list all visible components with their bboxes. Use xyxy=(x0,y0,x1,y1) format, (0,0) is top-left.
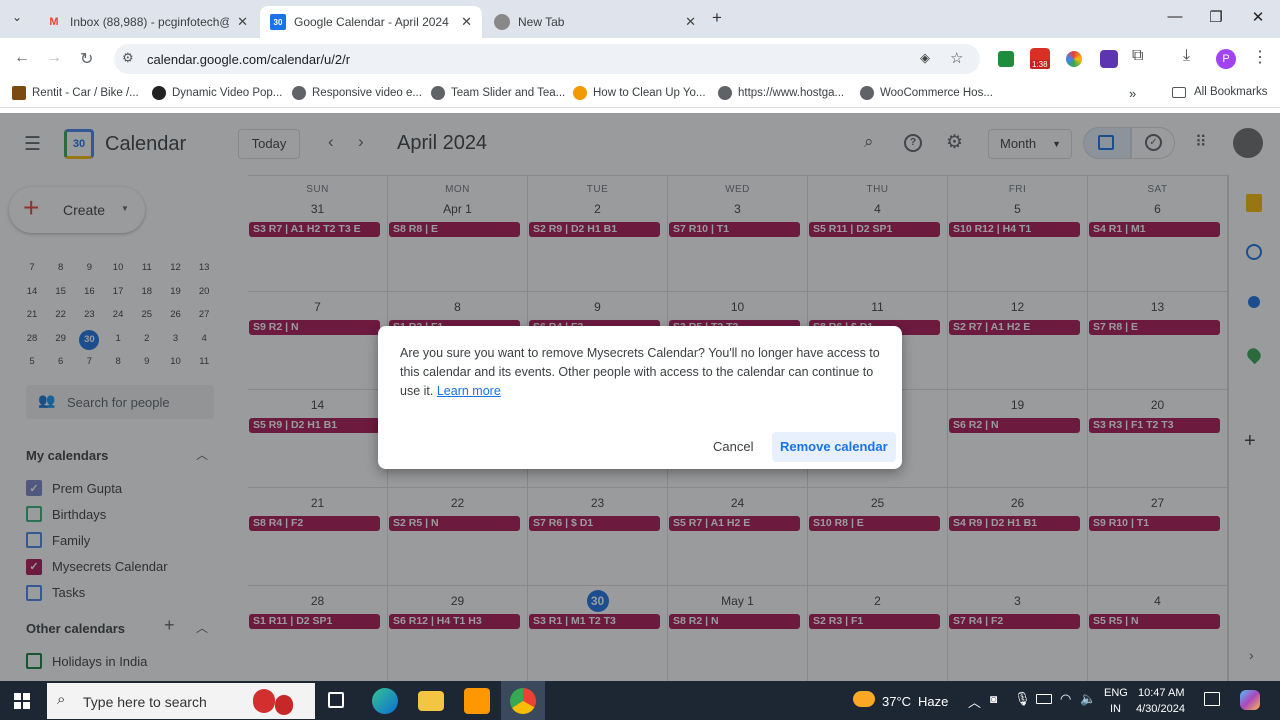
clock-date[interactable]: 4/30/2024 xyxy=(1136,703,1185,715)
tab-title: Inbox (88,988) - pcginfotech@g xyxy=(70,15,230,29)
copilot-icon[interactable] xyxy=(1240,690,1260,710)
bookmark-item[interactable]: Responsive video e... xyxy=(292,86,422,100)
taskbar-search-placeholder: Type here to search xyxy=(83,694,207,710)
extension-eye-icon[interactable]: ◈ xyxy=(920,50,930,66)
remove-calendar-dialog: Are you sure you want to remove Mysecret… xyxy=(378,326,902,469)
show-hidden-icons-icon[interactable]: ︿ xyxy=(968,692,981,711)
notifications-icon[interactable] xyxy=(1204,692,1220,706)
volume-icon[interactable]: 🔈 xyxy=(1080,691,1096,707)
url-text: calendar.google.com/calendar/u/2/r xyxy=(147,51,351,67)
minimize-icon[interactable]: — xyxy=(1165,8,1185,25)
bookmark-favicon-icon xyxy=(718,86,732,100)
bookmark-item[interactable]: Team Slider and Tea... xyxy=(431,86,565,100)
bookmark-item[interactable]: How to Clean Up Yo... xyxy=(573,86,706,100)
dialog-message: Are you sure you want to remove Mysecret… xyxy=(400,344,884,401)
tab-title: Google Calendar - April 2024 xyxy=(294,15,449,29)
close-window-icon[interactable]: ✕ xyxy=(1248,8,1268,26)
extension-purple-icon[interactable] xyxy=(1100,50,1118,68)
bookmark-favicon-icon xyxy=(152,86,166,100)
browser-tab-strip: ⌄ M Inbox (88,988) - pcginfotech@g ✕ 30 … xyxy=(0,0,1280,38)
more-bookmarks-icon[interactable]: » xyxy=(1129,86,1136,101)
bookmark-label: Rentit - Car / Bike /... xyxy=(32,87,139,99)
extension-timer-badge: 1:38 xyxy=(1030,60,1050,69)
bookmark-favicon-icon xyxy=(860,86,874,100)
weather-text: Haze xyxy=(918,694,949,709)
extension-green-icon[interactable] xyxy=(998,51,1014,67)
tab-gmail[interactable]: M Inbox (88,988) - pcginfotech@g ✕ xyxy=(36,6,258,38)
strawberry-icon xyxy=(275,695,293,715)
gmail-icon: M xyxy=(49,16,59,28)
bookmark-item[interactable]: https://www.hostga... xyxy=(718,86,844,100)
weather-temp[interactable]: 37°C xyxy=(882,694,911,709)
wifi-icon[interactable]: ◠ xyxy=(1060,691,1071,707)
file-explorer-icon[interactable] xyxy=(418,691,444,711)
all-bookmarks[interactable]: All Bookmarks xyxy=(1172,86,1268,98)
sublime-icon[interactable] xyxy=(464,688,490,714)
folder-icon xyxy=(1172,86,1186,98)
language-code[interactable]: ENG xyxy=(1104,687,1128,699)
bookmarks-bar: Rentit - Car / Bike /... Dynamic Video P… xyxy=(0,80,1280,108)
profile-avatar[interactable]: P xyxy=(1216,49,1236,69)
edge-icon[interactable] xyxy=(372,688,398,714)
battery-icon[interactable] xyxy=(1036,694,1052,704)
bookmark-label: How to Clean Up Yo... xyxy=(593,87,706,99)
calendar-icon: 30 xyxy=(270,14,286,30)
bookmark-label: Dynamic Video Pop... xyxy=(172,87,283,99)
address-bar[interactable]: ⚙ calendar.google.com/calendar/u/2/r ◈ ☆ xyxy=(114,44,980,74)
download-icon[interactable]: ⤓ xyxy=(1183,47,1190,65)
chrome-icon xyxy=(494,14,510,30)
close-tab-icon[interactable]: ✕ xyxy=(461,14,472,30)
bookmark-label: https://www.hostga... xyxy=(738,87,845,99)
bookmark-item[interactable]: Dynamic Video Pop... xyxy=(152,86,282,100)
strawberry-icon xyxy=(253,689,275,713)
forward-icon[interactable]: → xyxy=(46,49,62,67)
bookmark-favicon-icon xyxy=(573,86,587,100)
browser-toolbar: ← → ↻ ⚙ calendar.google.com/calendar/u/2… xyxy=(0,38,1280,80)
learn-more-link[interactable]: Learn more xyxy=(437,384,501,398)
bookmark-star-icon[interactable]: ☆ xyxy=(950,49,963,67)
weather-icon[interactable] xyxy=(853,691,875,707)
microphone-icon[interactable]: 🎙 xyxy=(1014,691,1031,707)
tab-title: New Tab xyxy=(518,15,565,29)
tab-new[interactable]: New Tab ✕ xyxy=(484,6,706,38)
remove-calendar-button[interactable]: Remove calendar xyxy=(772,432,896,462)
cancel-button[interactable]: Cancel xyxy=(705,432,761,462)
wordpress-icon xyxy=(431,86,445,100)
bookmark-item[interactable]: WooCommerce Hos... xyxy=(860,86,993,100)
tab-calendar[interactable]: 30 Google Calendar - April 2024 ✕ xyxy=(260,6,482,38)
windows-start-icon[interactable] xyxy=(14,693,30,709)
bookmark-label: WooCommerce Hos... xyxy=(880,87,993,99)
search-icon: ⌕ xyxy=(57,691,66,708)
site-info-icon[interactable]: ⚙ xyxy=(122,50,134,66)
back-icon[interactable]: ← xyxy=(14,49,30,67)
camera-icon[interactable]: ◙ xyxy=(990,692,997,706)
reload-icon[interactable]: ↻ xyxy=(80,49,93,69)
chrome-icon xyxy=(510,688,536,714)
task-view-icon[interactable] xyxy=(328,692,344,708)
extension-color-icon[interactable] xyxy=(1066,51,1082,67)
taskbar-search[interactable]: ⌕ Type here to search xyxy=(47,683,315,719)
new-tab-icon[interactable]: + xyxy=(712,8,722,28)
bookmark-favicon-icon xyxy=(12,86,26,100)
close-tab-icon[interactable]: ✕ xyxy=(237,14,248,30)
clock-time[interactable]: 10:47 AM xyxy=(1138,687,1184,699)
restore-icon[interactable]: ❐ xyxy=(1206,8,1226,26)
wordpress-icon xyxy=(292,86,306,100)
bookmark-label: Team Slider and Tea... xyxy=(451,87,566,99)
windows-taskbar: ⌕ Type here to search 37°C Haze ︿ ◙ 🎙 ◠ … xyxy=(0,681,1280,720)
browser-menu-icon[interactable]: ⋮ xyxy=(1252,47,1268,67)
tab-search-icon[interactable]: ⌄ xyxy=(12,10,22,24)
extensions-puzzle-icon[interactable]: ⧉ xyxy=(1132,47,1143,65)
all-bookmarks-label: All Bookmarks xyxy=(1194,86,1268,98)
close-tab-icon[interactable]: ✕ xyxy=(685,14,696,30)
region-code: IN xyxy=(1110,703,1121,715)
bookmark-item[interactable]: Rentit - Car / Bike /... xyxy=(12,86,139,100)
bookmark-label: Responsive video e... xyxy=(312,87,422,99)
